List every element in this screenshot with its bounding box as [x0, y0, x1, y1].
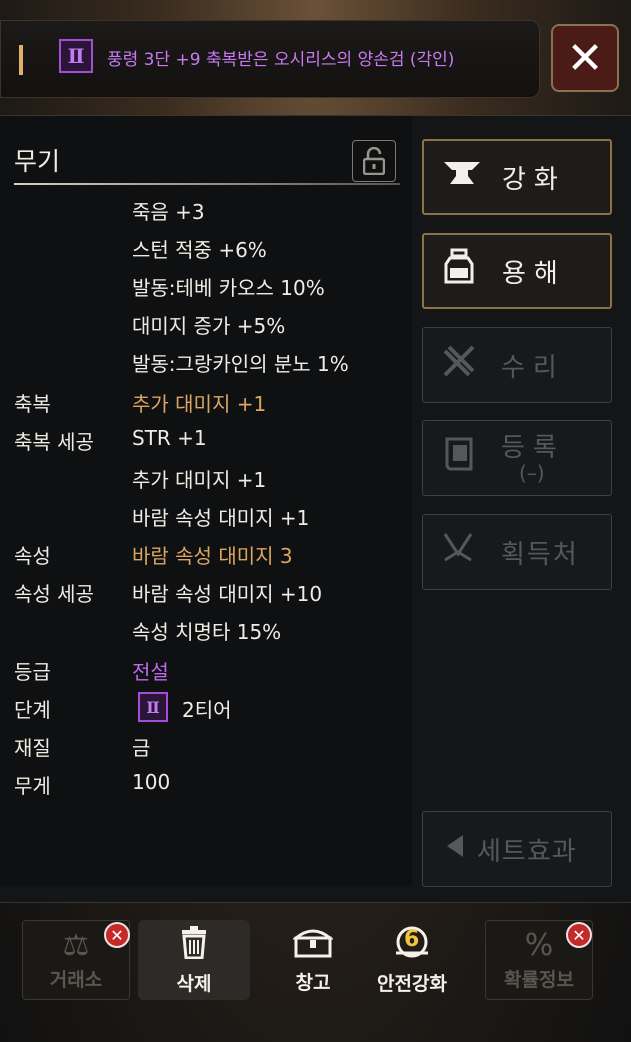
tools-icon — [441, 343, 477, 387]
stat-value: 대미지 증가 +5% — [132, 314, 286, 338]
anvil-icon — [442, 158, 482, 196]
safe-enhance-label: 안전강화 — [377, 972, 447, 995]
tier-badge-icon: Ⅱ — [138, 692, 168, 722]
storage-label: 창고 — [295, 971, 331, 994]
repair-label: 수리 — [501, 352, 565, 383]
safe-enhance-button[interactable]: 6 안전강화 — [362, 920, 462, 1000]
repair-button[interactable]: 수리 — [422, 327, 612, 403]
close-button[interactable]: ✕ — [551, 24, 619, 92]
book-icon — [441, 435, 475, 481]
stat-label-attribute: 속성 — [14, 544, 51, 568]
delete-label: 삭제 — [176, 972, 212, 995]
location-icon — [441, 530, 475, 574]
exchange-label: 거래소 — [49, 968, 103, 991]
stat-value: 속성 치명타 15% — [132, 620, 282, 644]
stat-value: 바람 속성 대미지 +10 — [132, 582, 323, 606]
safe-enhance-icon: 6 — [390, 925, 434, 967]
stat-value: 스턴 적중 +6% — [132, 238, 267, 262]
stat-value: 죽음 +3 — [132, 200, 205, 224]
close-icon: ✕ — [566, 32, 604, 84]
category-divider — [14, 183, 400, 185]
grade-value: 전설 — [132, 660, 169, 684]
title-accent-bar — [19, 45, 23, 75]
stat-value: 바람 속성 대미지 +1 — [132, 506, 310, 530]
triangle-left-icon — [445, 832, 465, 867]
item-title-bar: Ⅱ 풍령 3단 +9 축복받은 오시리스의 양손검 (각인) — [0, 20, 540, 98]
acquire-source-button[interactable]: 획득처 — [422, 514, 612, 590]
acquire-source-label: 획득처 — [501, 539, 579, 570]
delete-button[interactable]: 삭제 — [138, 920, 250, 1000]
item-name: 풍령 3단 +9 축복받은 오시리스의 양손검 (각인) — [107, 50, 455, 70]
set-effect-button[interactable]: 세트효과 — [422, 811, 612, 887]
stat-value: 발동:테베 카오스 10% — [132, 276, 325, 300]
stat-value: 발동:그랑카인의 분노 1% — [132, 352, 349, 376]
weight-value: 100 — [132, 770, 171, 794]
register-button[interactable]: 등록 (–) — [422, 420, 612, 496]
chest-icon — [291, 926, 335, 966]
stat-label-weight: 무게 — [14, 774, 51, 798]
stat-label-blessing-craft: 축복 세공 — [14, 430, 94, 454]
stat-value: 추가 대미지 +1 — [132, 392, 267, 416]
disabled-x-icon: ✕ — [566, 922, 592, 948]
set-effect-label: 세트효과 — [477, 836, 577, 867]
stat-value: 추가 대미지 +1 — [132, 468, 267, 492]
safe-enhance-count: 6 — [404, 926, 420, 952]
item-detail-panel: 무기 죽음 +3 스턴 적중 +6% 발동:테베 카오스 10% 대미지 증가 … — [0, 115, 631, 903]
trash-icon — [179, 925, 209, 967]
stat-value: 바람 속성 대미지 3 — [132, 544, 293, 568]
item-category: 무기 — [14, 147, 61, 176]
stat-label-attribute-craft: 속성 세공 — [14, 582, 94, 606]
register-count: (–) — [519, 461, 545, 485]
probability-info-label: 확률정보 — [504, 968, 574, 991]
storage-button[interactable]: 창고 — [268, 920, 358, 1000]
dissolve-button[interactable]: 용해 — [422, 233, 612, 309]
enhance-button[interactable]: 강화 — [422, 139, 612, 215]
stat-label-tier: 단계 — [14, 698, 51, 722]
unlock-icon[interactable] — [352, 140, 396, 182]
disabled-x-icon: ✕ — [104, 922, 130, 948]
jar-icon — [442, 248, 476, 294]
percent-icon: % — [524, 927, 554, 963]
tier-value: 2티어 — [182, 698, 232, 722]
tier-badge-icon: Ⅱ — [59, 39, 93, 73]
scales-icon: ⚖ — [62, 927, 90, 963]
stat-label-material: 재질 — [14, 736, 51, 760]
stat-value: STR +1 — [132, 426, 207, 450]
register-label: 등록 — [501, 433, 565, 463]
material-value: 금 — [132, 736, 151, 760]
padlock-shape — [363, 147, 385, 175]
stat-label-blessing: 축복 — [14, 392, 51, 416]
stat-label-grade: 등급 — [14, 660, 51, 684]
stats-panel: 무기 죽음 +3 스턴 적중 +6% 발동:테베 카오스 10% 대미지 증가 … — [0, 116, 412, 886]
dissolve-label: 용해 — [502, 258, 566, 289]
enhance-label: 강화 — [502, 164, 566, 195]
